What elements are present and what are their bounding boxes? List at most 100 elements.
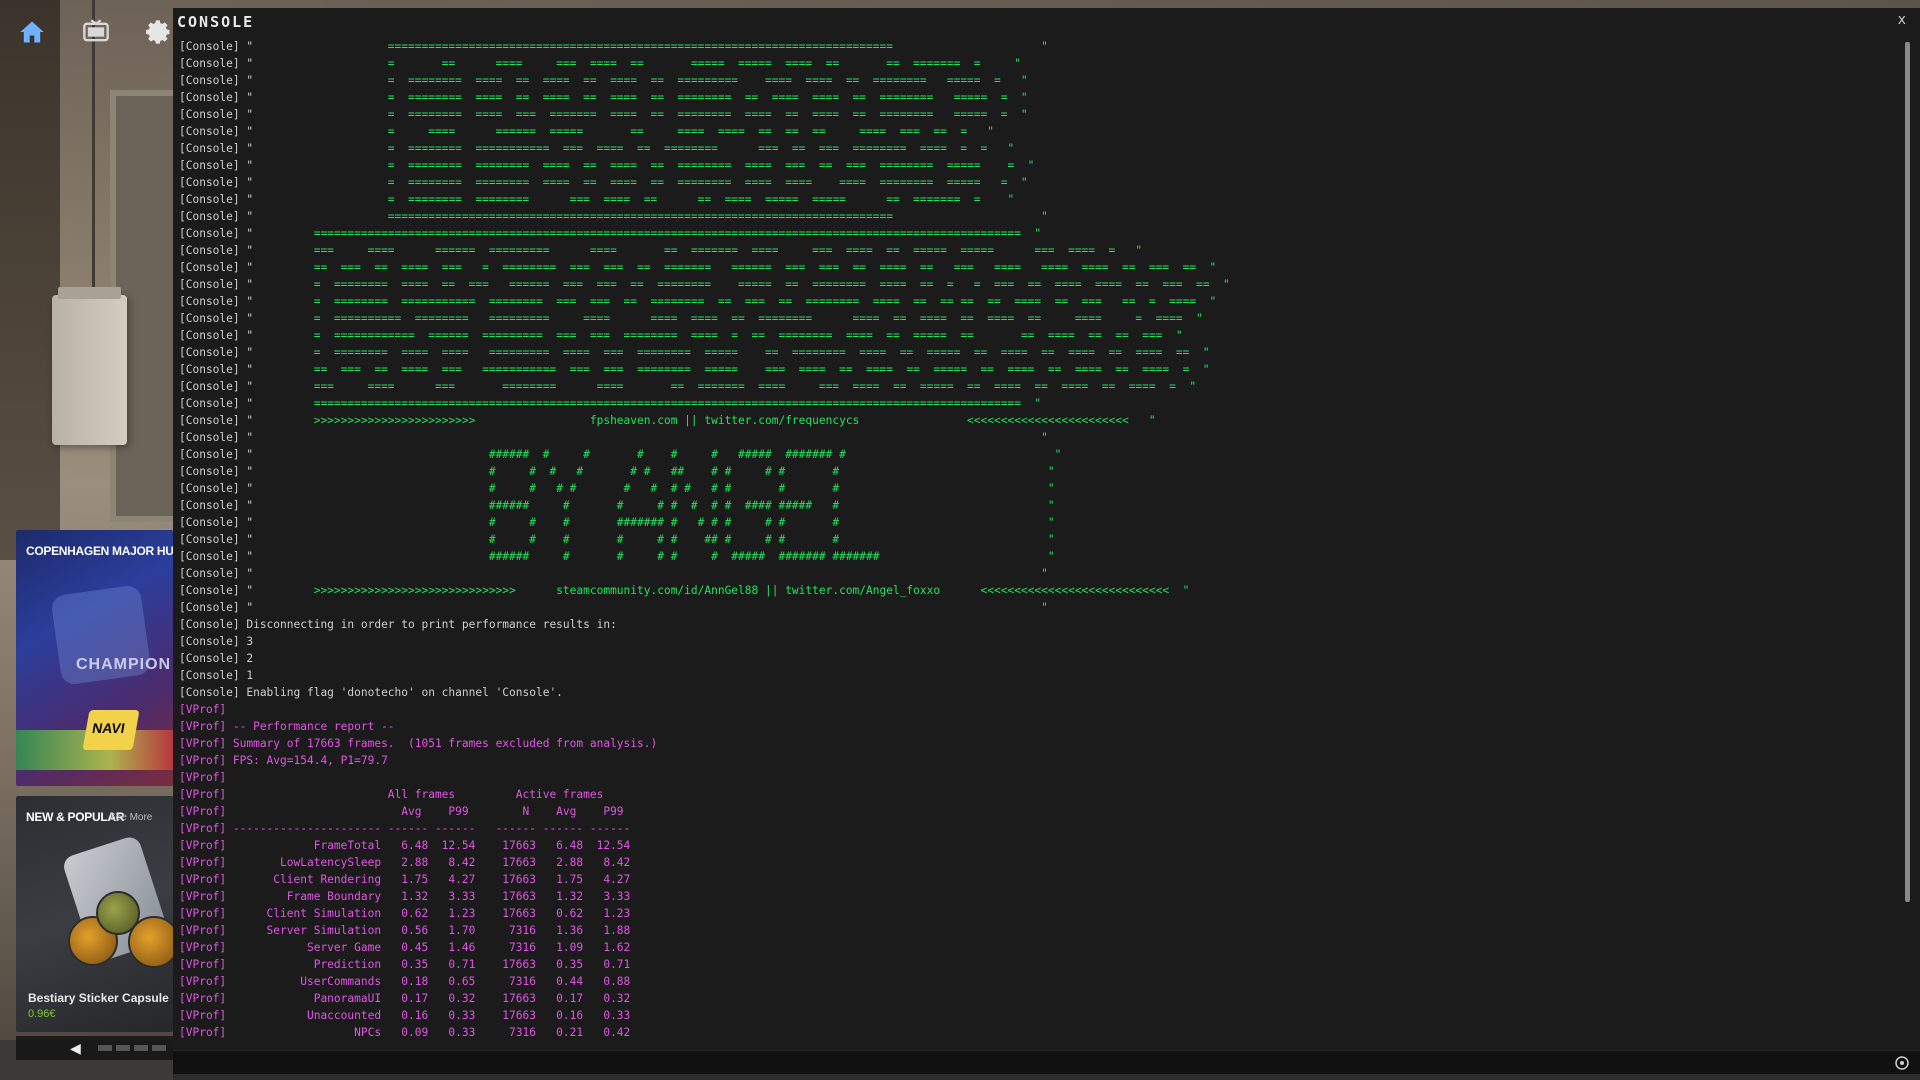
- pager-dot[interactable]: [116, 1045, 130, 1051]
- console-line-prefix: [Console] ": [179, 448, 254, 461]
- console-line: [Console] " >>>>>>>>>>>>>>>>>>>>>>>>>>>>…: [179, 582, 1895, 599]
- console-input-bar: [173, 1050, 1920, 1077]
- console-line-art: = ======== ==== == ==== == ==== == =====…: [253, 74, 1028, 87]
- console-line-prefix: [Console] ": [179, 227, 254, 240]
- console-line: [Console] " ============================…: [179, 38, 1895, 55]
- console-line: [VProf]: [179, 771, 227, 784]
- console-line-prefix: [Console] ": [179, 210, 254, 223]
- console-line-prefix: [Console] ": [179, 397, 254, 410]
- main-menu-nav: [0, 0, 175, 60]
- console-line-prefix: [Console] ": [179, 499, 254, 512]
- console-line-art: ========================================…: [253, 397, 1042, 410]
- console-line-art: ========================================…: [253, 40, 1048, 53]
- console-options-icon[interactable]: [1894, 1055, 1910, 1071]
- console-line-prefix: [Console] ": [179, 601, 254, 614]
- console-line-art: = ======== ==== ==== ========= ==== === …: [253, 346, 1210, 359]
- console-line-art: >>>>>>>>>>>>>>>>>>>>>>>> fpsheaven.com |…: [253, 414, 1156, 427]
- console-line: [Console] " = ======== ==== == === =====…: [179, 276, 1895, 293]
- console-line: [VProf] Client Rendering 1.75 4.27 17663…: [179, 873, 631, 886]
- console-line: [Console] " == === == ==== === =========…: [179, 361, 1895, 378]
- close-button[interactable]: x: [1898, 12, 1906, 28]
- pager-dot[interactable]: [98, 1045, 112, 1051]
- console-line-prefix: [Console] ": [179, 244, 254, 257]
- console-line-art: ========================================…: [253, 210, 1048, 223]
- console-line-art: == === == ==== === =========== === === =…: [253, 363, 1210, 376]
- console-line-prefix: [Console] ": [179, 329, 254, 342]
- gear-icon[interactable]: [145, 18, 173, 46]
- store-card-major[interactable]: CHAMPION COPENHAGEN MAJOR HUB & ITE: [16, 530, 173, 786]
- pager-prev-button[interactable]: ◀: [70, 1040, 81, 1057]
- console-line-art: === ==== === ======== ==== == ======= ==…: [253, 380, 1197, 393]
- console-line-prefix: [Console] ": [179, 312, 254, 325]
- console-line: [Console] 2: [179, 652, 254, 665]
- console-line-prefix: [Console] ": [179, 414, 254, 427]
- console-line: [VProf] Server Simulation 0.56 1.70 7316…: [179, 924, 631, 937]
- console-line-art: = ======== ======== ==== == ==== == ====…: [253, 176, 1028, 189]
- console-line: [VProf] Frame Boundary 1.32 3.33 17663 1…: [179, 890, 631, 903]
- console-line-prefix: [Console] ": [179, 465, 254, 478]
- console-line-art: = ======== =========== === ==== == =====…: [253, 142, 1015, 155]
- console-line-art: = ======== ==== == ==== == ==== == =====…: [253, 91, 1028, 104]
- console-scrollbar[interactable]: [1902, 38, 1912, 1050]
- console-header: CONSOLE x: [173, 8, 1920, 38]
- console-line-art: = ======== ======== ==== == ==== == ====…: [253, 159, 1035, 172]
- console-line: [Console] 3: [179, 635, 254, 648]
- console-line: [Console] " ###### # # # # # ##### #####…: [179, 548, 1895, 565]
- item-name: Bestiary Sticker Capsule: [28, 991, 169, 1005]
- console-line-art: = ========== ======== ========= ==== ===…: [253, 312, 1203, 325]
- console-line-prefix: [Console] ": [179, 380, 254, 393]
- console-line-prefix: [Console] ": [179, 57, 254, 70]
- console-line: [Console] Enabling flag 'donotecho' on c…: [179, 686, 563, 699]
- console-line-prefix: [Console] ": [179, 482, 254, 495]
- home-icon[interactable]: [18, 18, 46, 46]
- console-window: CONSOLE x [Console] " ==================…: [173, 8, 1920, 1077]
- store-card-new-popular[interactable]: NEW & POPULAR See More Bestiary Sticker …: [16, 796, 173, 1032]
- console-line-prefix: [Console] ": [179, 91, 254, 104]
- console-line: [VProf] Client Simulation 0.62 1.23 1766…: [179, 907, 631, 920]
- console-line-art: # # # # # # ## # # # # # ": [253, 465, 1055, 478]
- console-line: [Console] " = ======== ==== ==== =======…: [179, 344, 1895, 361]
- console-line: [Console] " # # # # # # ## # # # # ": [179, 531, 1895, 548]
- console-line: [VProf] LowLatencySleep 2.88 8.42 17663 …: [179, 856, 631, 869]
- console-line-art: ###### # # # # # ##### ####### ####### ": [253, 550, 1055, 563]
- console-line-art: ###### # # # # # ##### ####### # ": [253, 448, 1062, 461]
- tv-icon[interactable]: [82, 18, 110, 46]
- console-line-art: # # # # # # ## # # # # ": [253, 533, 1055, 546]
- console-line: [Console] " === ==== === ======== ==== =…: [179, 378, 1895, 395]
- pager-dot[interactable]: [134, 1045, 148, 1051]
- console-line: [Console] " ": [179, 429, 1895, 446]
- sticker-icon: [128, 916, 173, 968]
- scrollbar-thumb[interactable]: [1905, 42, 1910, 902]
- console-title: CONSOLE: [177, 13, 255, 31]
- console-line-prefix: [Console] ": [179, 584, 254, 597]
- console-line-art: ": [253, 431, 1048, 444]
- console-line-prefix: [Console] ": [179, 108, 254, 121]
- console-line: [VProf] FrameTotal 6.48 12.54 17663 6.48…: [179, 839, 631, 852]
- console-line-prefix: [Console] ": [179, 159, 254, 172]
- console-line-art: = == ==== === ==== == ===== ===== ==== =…: [253, 57, 1021, 70]
- console-line-art: ": [253, 567, 1048, 580]
- console-line: [VProf] Unaccounted 0.16 0.33 17663 0.16…: [179, 1009, 631, 1022]
- console-line: [Console] " ###### # # # # # # # #### ##…: [179, 497, 1895, 514]
- pager-dot[interactable]: [152, 1045, 166, 1051]
- console-line-prefix: [Console] ": [179, 40, 254, 53]
- console-line: [Console] " = ======== =========== =====…: [179, 293, 1895, 310]
- console-line: [Console] " ============================…: [179, 395, 1895, 412]
- console-line: [Console] " ============================…: [179, 208, 1895, 225]
- console-line: [Console] " == === == ==== === = =======…: [179, 259, 1895, 276]
- console-line-prefix: [Console] ": [179, 74, 254, 87]
- console-line: [Console] " = ======== ======== === ====…: [179, 191, 1895, 208]
- see-more-link[interactable]: See More: [109, 812, 152, 823]
- console-line-art: = ======== ======== === ==== == == ==== …: [253, 193, 1015, 206]
- bottom-strip: [173, 1074, 1920, 1080]
- console-line-art: = ==== ====== ===== == ==== ==== == == =…: [253, 125, 994, 138]
- console-line-prefix: [Console] ": [179, 533, 254, 546]
- console-line-art: ========================================…: [253, 227, 1042, 240]
- console-line: [Console] " >>>>>>>>>>>>>>>>>>>>>>>> fps…: [179, 412, 1895, 429]
- console-line-prefix: [Console] ": [179, 278, 254, 291]
- console-line-art: # # # ####### # # # # # # # ": [253, 516, 1055, 529]
- console-line-prefix: [Console] ": [179, 431, 254, 444]
- console-line-art: = ======== =========== ======== === === …: [253, 295, 1217, 308]
- console-line: [VProf] Avg P99 N Avg P99: [179, 805, 624, 818]
- console-line: [Console] " = ========== ======== ======…: [179, 310, 1895, 327]
